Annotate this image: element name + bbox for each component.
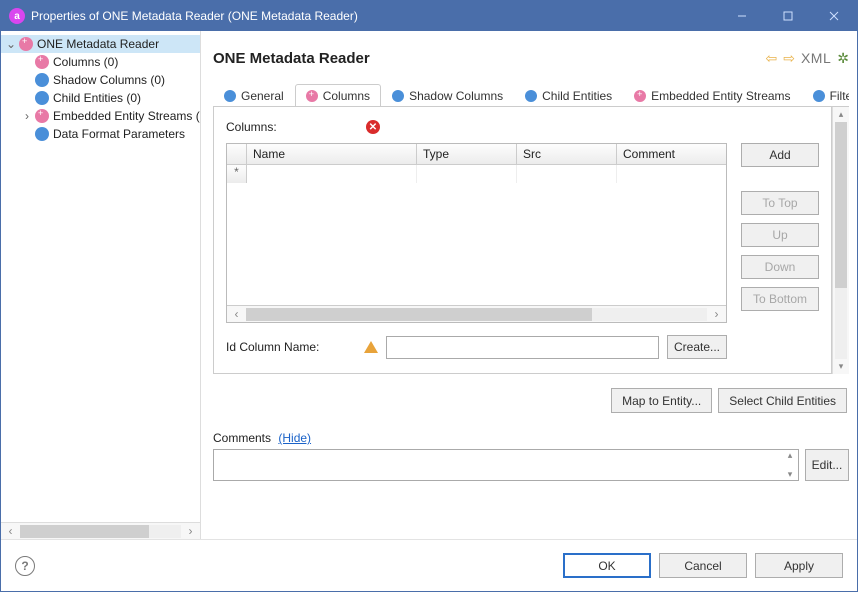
tree-root-label: ONE Metadata Reader [37,37,159,51]
create-button[interactable]: Create... [667,335,727,359]
comments-textarea[interactable]: ▴ ▾ [213,449,799,481]
error-icon: ✕ [366,120,380,134]
titlebar: a Properties of ONE Metadata Reader (ONE… [1,1,857,31]
xml-view-button[interactable]: XML [801,50,831,66]
tree-item-child-entities[interactable]: Child Entities (0) [1,89,200,107]
forward-icon[interactable]: ⇨ [783,50,795,67]
id-column-label: Id Column Name: [226,340,356,354]
scroll-right-icon[interactable]: › [709,307,724,322]
close-button[interactable] [811,1,857,31]
tree-item-shadow-columns[interactable]: Shadow Columns (0) [1,71,200,89]
down-button[interactable]: Down [741,255,819,279]
tree-item-data-format[interactable]: Data Format Parameters [1,125,200,143]
filter-tab-icon [813,90,825,102]
main-panel: ONE Metadata Reader ⇦ ⇨ XML ✲ General Co… [201,31,857,539]
scroll-up-icon[interactable]: ▴ [833,109,849,120]
help-icon[interactable]: ? [15,556,35,576]
ok-button[interactable]: OK [563,553,651,578]
page-title: ONE Metadata Reader [213,50,766,67]
tree-item-label: Child Entities (0) [53,91,141,105]
scroll-right-icon[interactable]: › [183,524,198,539]
general-tab-icon [224,90,236,102]
tree-item-label: Embedded Entity Streams ( [53,109,200,123]
scroll-left-icon[interactable]: ‹ [229,307,244,322]
map-to-entity-button[interactable]: Map to Entity... [611,388,712,413]
id-column-input[interactable] [386,336,659,359]
scroll-left-icon[interactable]: ‹ [3,524,18,539]
window-title: Properties of ONE Metadata Reader (ONE M… [31,9,719,23]
scroll-down-icon[interactable]: ▾ [833,361,849,372]
tab-shadow-columns[interactable]: Shadow Columns [381,84,514,107]
tree-item-columns[interactable]: Columns (0) [1,53,200,71]
embedded-tab-icon [634,90,646,102]
tab-embedded-streams[interactable]: Embedded Entity Streams [623,84,801,107]
select-child-entities-button[interactable]: Select Child Entities [718,388,847,413]
tab-child-entities[interactable]: Child Entities [514,84,623,107]
collapse-icon[interactable]: ⌄ [5,37,17,51]
maximize-button[interactable] [765,1,811,31]
back-icon[interactable]: ⇦ [766,50,778,67]
add-button[interactable]: Add [741,143,819,167]
columns-panel: Columns: ✕ Name Type Src Comment [213,107,832,374]
debug-icon[interactable]: ✲ [837,50,849,67]
scroll-down-icon[interactable]: ▾ [782,469,798,480]
tree-item-label: Columns (0) [53,55,118,69]
data-format-icon [35,127,49,141]
shadow-tab-icon [392,90,404,102]
col-src-header[interactable]: Src [517,144,617,164]
cancel-button[interactable]: Cancel [659,553,747,578]
minimize-button[interactable] [719,1,765,31]
apply-button[interactable]: Apply [755,553,843,578]
columns-label: Columns: [226,120,366,134]
child-entities-icon [35,91,49,105]
sidebar: ⌄ ONE Metadata Reader Columns (0) Shadow… [1,31,201,539]
hide-comments-link[interactable]: (Hide) [278,431,311,445]
columns-icon [35,55,49,69]
to-top-button[interactable]: To Top [741,191,819,215]
navigation-tree[interactable]: ⌄ ONE Metadata Reader Columns (0) Shadow… [1,31,200,522]
col-type-header[interactable]: Type [417,144,517,164]
col-name-header[interactable]: Name [247,144,417,164]
dialog-footer: ? OK Cancel Apply [1,539,857,591]
tree-item-label: Data Format Parameters [53,127,185,141]
metadata-reader-icon [19,37,33,51]
to-bottom-button[interactable]: To Bottom [741,287,819,311]
new-row[interactable]: * [227,165,726,183]
sidebar-scrollbar[interactable]: ‹ › [1,522,200,539]
grid-scrollbar[interactable]: ‹ › [227,305,726,322]
child-tab-icon [525,90,537,102]
tree-item-embedded-streams[interactable]: › Embedded Entity Streams ( [1,107,200,125]
properties-dialog: a Properties of ONE Metadata Reader (ONE… [0,0,858,592]
app-icon: a [9,8,25,24]
tree-item-label: Shadow Columns (0) [53,73,165,87]
new-row-marker: * [227,165,247,183]
tree-root[interactable]: ⌄ ONE Metadata Reader [1,35,200,53]
columns-grid[interactable]: Name Type Src Comment * [226,143,727,323]
embedded-streams-icon [35,109,49,123]
expand-icon[interactable]: › [21,109,33,123]
tab-general[interactable]: General [213,84,295,107]
grid-header: Name Type Src Comment [227,144,726,165]
edit-comments-button[interactable]: Edit... [805,449,849,481]
columns-tab-icon [306,90,318,102]
tab-filter[interactable]: Filter [802,84,849,107]
shadow-columns-icon [35,73,49,87]
scroll-up-icon[interactable]: ▴ [782,450,798,461]
warning-icon [364,341,378,353]
panel-vscrollbar[interactable]: ▴ ▾ [832,107,849,374]
tabstrip: General Columns Shadow Columns Child Ent… [213,83,849,107]
up-button[interactable]: Up [741,223,819,247]
comments-label: Comments [213,431,271,445]
col-comment-header[interactable]: Comment [617,144,726,164]
tab-columns[interactable]: Columns [295,84,381,107]
